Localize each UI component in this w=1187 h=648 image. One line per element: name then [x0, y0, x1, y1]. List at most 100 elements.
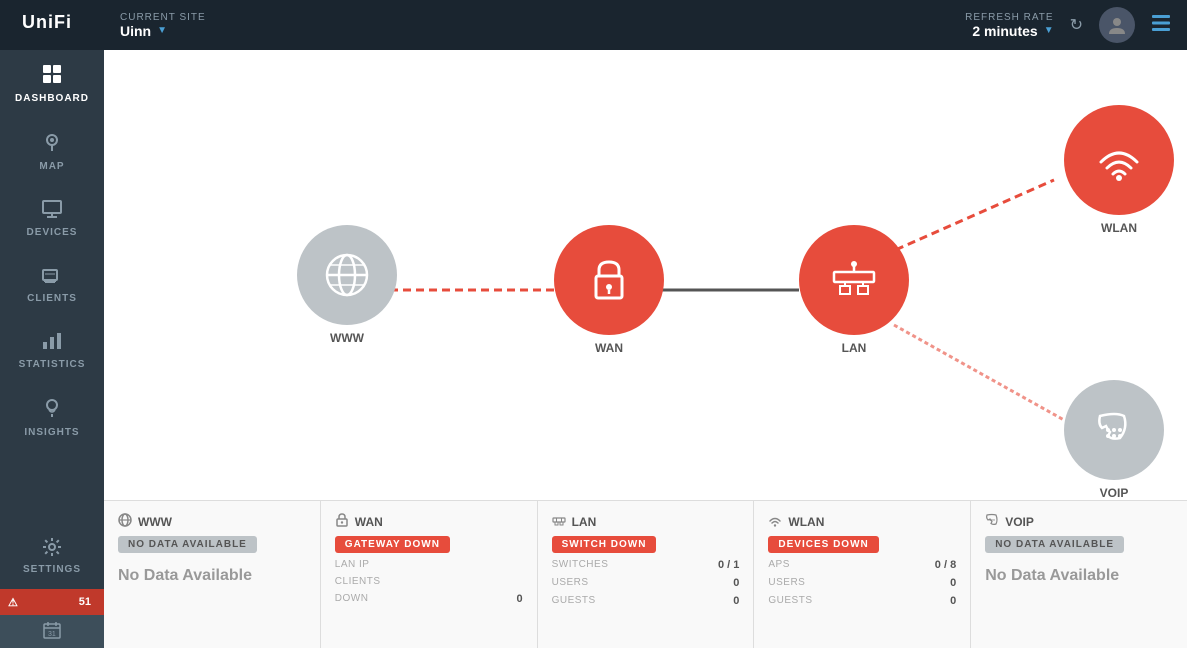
sidebar-bottom: SETTINGS ⚠ 51 31	[0, 523, 104, 648]
wlan-node[interactable]: WLAN	[1064, 105, 1174, 235]
wlan-circle	[1064, 105, 1174, 215]
card-wan-stat-clients-label: CLIENTS	[335, 576, 381, 587]
alert-bar[interactable]: ⚠ 51	[0, 589, 104, 615]
sidebar-item-devices[interactable]: DEVICES	[0, 186, 104, 252]
dashboard-icon	[42, 64, 62, 89]
card-wlan-stat-guests-value: 0	[950, 595, 956, 607]
wan-circle	[554, 225, 664, 335]
card-wan: WAN GATEWAY DOWN LAN IP CLIENTS DOWN 0	[321, 501, 538, 648]
card-lan-stat-guests: GUESTS 0	[552, 595, 740, 607]
insights-icon	[43, 398, 61, 423]
card-wan-stat-down-value: 0	[516, 593, 522, 605]
card-www-no-data: No Data Available	[118, 567, 252, 584]
alert-icon: ⚠	[8, 596, 18, 609]
lan-circle	[799, 225, 909, 335]
user-avatar[interactable]	[1099, 7, 1135, 43]
card-lan-icon	[552, 513, 566, 530]
card-voip-title: VOIP	[1005, 515, 1034, 529]
sidebar-item-dashboard-label: DASHBOARD	[15, 93, 89, 104]
sidebar-item-settings-label: SETTINGS	[23, 564, 81, 575]
card-wlan-stat-users-label: USERS	[768, 577, 805, 589]
www-circle	[297, 225, 397, 325]
refresh-button[interactable]: ↻	[1070, 15, 1083, 35]
card-lan-header: LAN	[552, 513, 740, 530]
card-wan-stat-down: DOWN 0	[335, 593, 523, 605]
lan-label: LAN	[842, 341, 867, 355]
sidebar-item-statistics[interactable]: STATISTICS	[0, 318, 104, 384]
voip-circle	[1064, 380, 1164, 480]
sidebar-item-dashboard[interactable]: DASHBOARD	[0, 50, 104, 118]
card-wlan-header: WLAN	[768, 513, 956, 530]
card-lan-status: SWITCH DOWN	[552, 536, 657, 553]
card-www: WWW NO DATA AVAILABLE No Data Available	[104, 501, 321, 648]
refresh-label: REFRESH RATE	[965, 12, 1054, 23]
statistics-icon	[42, 332, 62, 355]
refresh-section: REFRESH RATE 2 minutes ▼	[965, 12, 1054, 39]
card-wan-stat-lanip-label: LAN IP	[335, 559, 370, 570]
wan-label: WAN	[595, 341, 623, 355]
cards-area: WWW NO DATA AVAILABLE No Data Available …	[104, 500, 1187, 648]
sidebar-item-insights[interactable]: INSIGHTS	[0, 384, 104, 452]
card-wlan: WLAN DEVICES DOWN APS 0 / 8 USERS 0 GUES…	[754, 501, 971, 648]
sidebar-item-devices-label: DEVICES	[27, 227, 78, 238]
wan-node[interactable]: WAN	[554, 225, 664, 355]
map-icon	[43, 132, 61, 157]
card-wan-stat-down-label: DOWN	[335, 593, 369, 605]
card-lan-stat-users-value: 0	[733, 577, 739, 589]
svg-text:UniFi: UniFi	[22, 12, 72, 32]
menu-icon[interactable]	[1151, 13, 1171, 38]
card-wan-header: WAN	[335, 513, 523, 530]
card-wan-stat-lanip: LAN IP	[335, 559, 523, 570]
refresh-dropdown-arrow: ▼	[1044, 25, 1054, 36]
sidebar-item-insights-label: INSIGHTS	[24, 427, 79, 438]
card-lan: LAN SWITCH DOWN SWITCHES 0 / 1 USERS 0 G…	[538, 501, 755, 648]
header-right: REFRESH RATE 2 minutes ▼ ↻	[965, 7, 1171, 43]
www-label: WWW	[330, 331, 364, 345]
card-wan-status: GATEWAY DOWN	[335, 536, 450, 553]
card-wlan-stat-aps-value: 0 / 8	[935, 559, 956, 571]
clients-icon	[42, 266, 62, 289]
www-node[interactable]: WWW	[297, 225, 397, 345]
card-lan-stat-users: USERS 0	[552, 577, 740, 589]
card-wlan-stat-users: USERS 0	[768, 577, 956, 589]
lan-node[interactable]: LAN	[799, 225, 909, 355]
site-selector[interactable]: CURRENT SITE Uinn ▼	[120, 12, 206, 39]
devices-icon	[42, 200, 62, 223]
card-voip-icon	[985, 513, 999, 530]
network-diagram: WWW WAN LAN WLAN VOI	[104, 50, 1187, 500]
card-wlan-stat-aps: APS 0 / 8	[768, 559, 956, 571]
sidebar: UniFi DASHBOARD MAP DEVICES CLIENTS STAT…	[0, 0, 104, 648]
voip-node[interactable]: VOIP	[1064, 380, 1164, 500]
card-wlan-stat-aps-label: APS	[768, 559, 790, 571]
card-voip-header: VOIP	[985, 513, 1173, 530]
card-www-status: NO DATA AVAILABLE	[118, 536, 257, 553]
card-wlan-stat-guests-label: GUESTS	[768, 595, 812, 607]
svg-text:31: 31	[48, 631, 56, 638]
calendar-icon: 31	[43, 621, 61, 642]
sidebar-item-map-label: MAP	[39, 161, 64, 172]
sidebar-item-clients[interactable]: CLIENTS	[0, 252, 104, 318]
card-wlan-icon	[768, 513, 782, 530]
site-dropdown-arrow: ▼	[157, 25, 167, 36]
card-wlan-status: DEVICES DOWN	[768, 536, 878, 553]
card-wlan-stat-guests: GUESTS 0	[768, 595, 956, 607]
card-lan-title: LAN	[572, 515, 597, 529]
card-wan-icon	[335, 513, 349, 530]
card-lan-stat-users-label: USERS	[552, 577, 589, 589]
sidebar-item-statistics-label: STATISTICS	[19, 359, 86, 370]
sidebar-item-settings[interactable]: SETTINGS	[0, 523, 104, 589]
card-lan-stat-switches: SWITCHES 0 / 1	[552, 559, 740, 571]
calendar-button[interactable]: 31	[0, 615, 104, 648]
site-label: CURRENT SITE	[120, 12, 206, 23]
card-wlan-stat-users-value: 0	[950, 577, 956, 589]
wlan-label: WLAN	[1101, 221, 1137, 235]
logo-area: UniFi	[0, 0, 104, 50]
card-voip: VOIP NO DATA AVAILABLE No Data Available	[971, 501, 1187, 648]
card-wan-stat-clients: CLIENTS	[335, 576, 523, 587]
main-area: CURRENT SITE Uinn ▼ REFRESH RATE 2 minut…	[104, 0, 1187, 648]
card-www-header: WWW	[118, 513, 306, 530]
card-wan-title: WAN	[355, 515, 383, 529]
refresh-value: 2 minutes ▼	[972, 23, 1053, 39]
sidebar-item-map[interactable]: MAP	[0, 118, 104, 186]
sidebar-item-clients-label: CLIENTS	[27, 293, 77, 304]
